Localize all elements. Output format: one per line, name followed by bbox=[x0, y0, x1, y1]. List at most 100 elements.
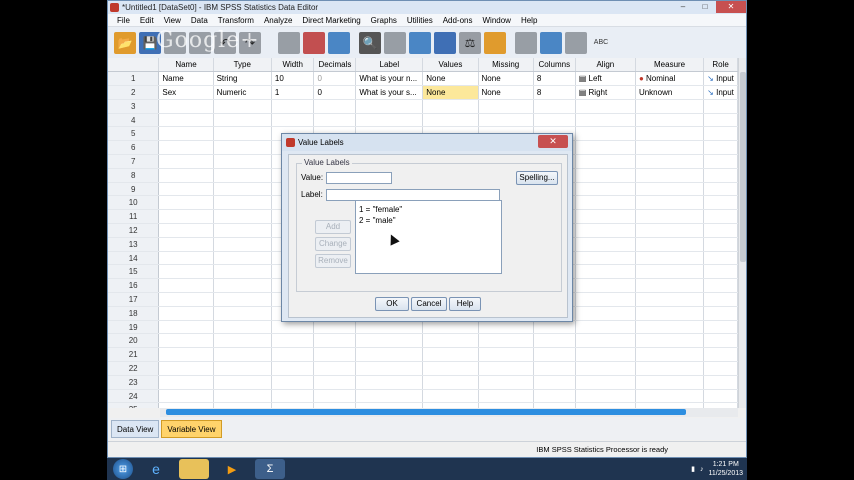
col-header-width[interactable]: Width bbox=[271, 58, 315, 73]
col-header-align[interactable]: Align bbox=[575, 58, 636, 73]
empty-cell[interactable] bbox=[703, 99, 738, 114]
empty-cell[interactable] bbox=[533, 99, 576, 114]
empty-cell[interactable] bbox=[478, 113, 534, 128]
empty-cell[interactable] bbox=[158, 251, 214, 266]
empty-cell[interactable] bbox=[313, 320, 357, 335]
insert-cases-icon[interactable] bbox=[384, 31, 406, 54]
empty-cell[interactable] bbox=[478, 99, 534, 114]
empty-cell[interactable] bbox=[575, 361, 636, 376]
empty-cell[interactable] bbox=[213, 237, 272, 252]
empty-cell[interactable] bbox=[213, 306, 272, 321]
empty-cell[interactable] bbox=[355, 320, 424, 335]
empty-cell[interactable] bbox=[703, 333, 738, 349]
empty-cell[interactable] bbox=[213, 389, 272, 404]
row-number[interactable]: 14 bbox=[108, 251, 160, 266]
empty-cell[interactable] bbox=[213, 333, 272, 349]
empty-cell[interactable] bbox=[158, 113, 214, 128]
empty-cell[interactable] bbox=[575, 154, 636, 169]
value-input[interactable] bbox=[326, 172, 392, 184]
empty-cell[interactable] bbox=[703, 126, 738, 142]
empty-cell[interactable] bbox=[635, 278, 705, 294]
empty-cell[interactable] bbox=[703, 140, 738, 156]
col-header-name[interactable]: Name bbox=[158, 58, 214, 73]
empty-cell[interactable] bbox=[635, 306, 705, 321]
empty-cell[interactable] bbox=[575, 389, 636, 404]
row-number[interactable]: 13 bbox=[108, 237, 160, 252]
minimize-button[interactable]: – bbox=[672, 1, 694, 13]
cell-decimals[interactable]: 0 bbox=[313, 71, 357, 87]
cell-missing[interactable]: None bbox=[478, 71, 534, 87]
media-player-icon[interactable]: ▶ bbox=[217, 459, 247, 479]
cell-width[interactable]: 10 bbox=[271, 71, 315, 87]
help-button[interactable]: Help bbox=[449, 297, 481, 311]
menu-graphs[interactable]: Graphs bbox=[366, 16, 402, 25]
start-button[interactable]: ⊞ bbox=[113, 459, 133, 479]
horizontal-scrollbar[interactable] bbox=[160, 408, 738, 417]
empty-cell[interactable] bbox=[158, 306, 214, 321]
empty-cell[interactable] bbox=[213, 182, 272, 197]
empty-cell[interactable] bbox=[575, 182, 636, 197]
internet-explorer-icon[interactable]: e bbox=[141, 459, 171, 479]
empty-cell[interactable] bbox=[158, 320, 214, 335]
value-labels-icon[interactable] bbox=[515, 31, 537, 54]
empty-cell[interactable] bbox=[213, 292, 272, 307]
empty-cell[interactable] bbox=[575, 126, 636, 142]
empty-cell[interactable] bbox=[703, 347, 738, 363]
menu-file[interactable]: File bbox=[112, 16, 135, 25]
empty-cell[interactable] bbox=[422, 389, 479, 404]
menu-edit[interactable]: Edit bbox=[135, 16, 159, 25]
value-labels-list[interactable]: 1 = "female" 2 = "male" bbox=[355, 200, 502, 274]
empty-cell[interactable] bbox=[703, 278, 738, 294]
row-number[interactable]: 21 bbox=[108, 347, 160, 363]
row-number[interactable]: 7 bbox=[108, 154, 160, 169]
spell-check-icon[interactable]: ABC bbox=[590, 32, 612, 54]
row-number[interactable]: 15 bbox=[108, 264, 160, 280]
cell-measure[interactable]: ● Nominal bbox=[635, 71, 705, 87]
empty-cell[interactable] bbox=[158, 223, 214, 238]
empty-cell[interactable] bbox=[158, 347, 214, 363]
empty-cell[interactable] bbox=[533, 347, 576, 363]
empty-cell[interactable] bbox=[635, 251, 705, 266]
cell-columns[interactable]: 8 bbox=[533, 71, 576, 87]
dialog-close-button[interactable]: ✕ bbox=[538, 135, 568, 148]
clock[interactable]: 1:21 PM 11/25/2013 bbox=[708, 460, 743, 478]
empty-cell[interactable] bbox=[355, 99, 424, 114]
empty-cell[interactable] bbox=[355, 361, 424, 376]
empty-cell[interactable] bbox=[635, 361, 705, 376]
empty-cell[interactable] bbox=[213, 113, 272, 128]
empty-cell[interactable] bbox=[355, 333, 424, 349]
empty-cell[interactable] bbox=[635, 347, 705, 363]
col-header-measure[interactable]: Measure bbox=[635, 58, 705, 73]
horizontal-scroll-thumb[interactable] bbox=[166, 409, 686, 415]
empty-cell[interactable] bbox=[213, 209, 272, 225]
empty-cell[interactable] bbox=[703, 209, 738, 225]
empty-cell[interactable] bbox=[703, 292, 738, 307]
empty-cell[interactable] bbox=[533, 375, 576, 390]
row-number[interactable]: 23 bbox=[108, 375, 160, 390]
empty-cell[interactable] bbox=[478, 333, 534, 349]
col-header-missing[interactable]: Missing bbox=[478, 58, 534, 73]
empty-cell[interactable] bbox=[422, 375, 479, 390]
empty-cell[interactable] bbox=[213, 195, 272, 211]
cell-columns[interactable]: 8 bbox=[533, 85, 576, 100]
empty-cell[interactable] bbox=[158, 154, 214, 169]
row-number[interactable]: 1 bbox=[108, 71, 160, 87]
empty-cell[interactable] bbox=[635, 209, 705, 225]
empty-cell[interactable] bbox=[271, 361, 315, 376]
ok-button[interactable]: OK bbox=[375, 297, 409, 311]
spelling-button[interactable]: Spelling... bbox=[516, 171, 558, 185]
empty-cell[interactable] bbox=[635, 113, 705, 128]
insert-variable-icon[interactable] bbox=[409, 31, 431, 54]
empty-cell[interactable] bbox=[213, 375, 272, 390]
empty-cell[interactable] bbox=[158, 237, 214, 252]
cell-role[interactable]: ↘ Input bbox=[703, 71, 738, 87]
empty-cell[interactable] bbox=[158, 99, 214, 114]
empty-cell[interactable] bbox=[703, 223, 738, 238]
empty-cell[interactable] bbox=[703, 182, 738, 197]
empty-cell[interactable] bbox=[575, 264, 636, 280]
cell-values[interactable]: None bbox=[422, 71, 479, 87]
row-number[interactable]: 9 bbox=[108, 182, 160, 197]
maximize-button[interactable]: □ bbox=[694, 1, 716, 13]
empty-cell[interactable] bbox=[635, 223, 705, 238]
empty-cell[interactable] bbox=[422, 320, 479, 335]
